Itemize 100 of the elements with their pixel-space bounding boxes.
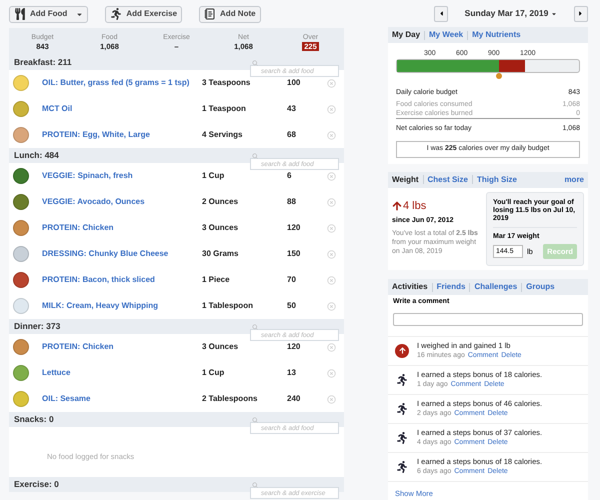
food-icon bbox=[13, 298, 29, 314]
budget-marker bbox=[496, 73, 502, 79]
search-icon bbox=[252, 324, 258, 330]
food-calories: 50 bbox=[287, 300, 297, 312]
remove-icon[interactable] bbox=[327, 104, 336, 114]
search-icon bbox=[252, 482, 258, 488]
toolbar-button[interactable]: Add Note bbox=[199, 6, 261, 22]
search-icon bbox=[252, 416, 258, 422]
food-name-link[interactable]: MCT Oil bbox=[42, 103, 202, 115]
caret-icon bbox=[551, 10, 558, 16]
left-arrow-icon bbox=[438, 10, 444, 17]
food-icon bbox=[13, 272, 29, 288]
food-name-link[interactable]: OIL: Sesame bbox=[42, 393, 202, 405]
previous-day-button[interactable] bbox=[434, 6, 448, 22]
food-calories: 150 bbox=[287, 248, 302, 260]
search-icon bbox=[252, 60, 258, 66]
toolbar-button[interactable]: Add Food bbox=[9, 6, 88, 22]
tab[interactable]: Weight bbox=[392, 174, 419, 186]
remove-icon[interactable] bbox=[327, 198, 336, 206]
food-name-link[interactable]: MILK: Cream, Heavy Whipping bbox=[42, 300, 202, 312]
date-picker[interactable]: Sunday Mar 17, 2019 bbox=[464, 7, 558, 20]
food-icon bbox=[13, 391, 29, 407]
food-name-link[interactable]: Lettuce bbox=[42, 367, 202, 379]
toolbar-button[interactable]: Add Exercise bbox=[105, 6, 182, 22]
remove-icon[interactable] bbox=[327, 394, 336, 404]
utensils-icon bbox=[14, 8, 26, 20]
food-amount: 3 Ounces bbox=[202, 341, 240, 353]
remove-icon[interactable] bbox=[327, 342, 336, 352]
remove-icon[interactable] bbox=[327, 224, 336, 232]
tab[interactable]: My Day bbox=[392, 29, 420, 41]
food-amount: 1 Piece bbox=[202, 274, 231, 286]
food-amount: 3 Ounces bbox=[202, 222, 240, 234]
food-icon bbox=[13, 339, 29, 355]
food-amount: 1 Teaspoon bbox=[202, 103, 247, 115]
search-icon bbox=[252, 152, 258, 158]
food-amount: 30 Grams bbox=[202, 248, 240, 260]
food-icon bbox=[13, 220, 29, 236]
remove-icon[interactable] bbox=[327, 302, 336, 310]
next-day-button[interactable] bbox=[574, 6, 588, 22]
weight-up-icon bbox=[395, 344, 409, 358]
food-icon bbox=[13, 127, 29, 143]
food-name-link[interactable]: VEGGIE: Spinach, fresh bbox=[42, 170, 202, 182]
food-name-link[interactable]: DRESSING: Chunky Blue Cheese bbox=[42, 248, 202, 260]
food-icon bbox=[13, 101, 29, 117]
food-calories: 13 bbox=[287, 367, 297, 379]
caret-icon bbox=[76, 10, 84, 18]
remove-icon[interactable] bbox=[327, 250, 336, 258]
runner-icon bbox=[396, 460, 408, 472]
food-name-link[interactable]: PROTEIN: Egg, White, Large bbox=[42, 129, 202, 141]
tab[interactable]: Groups bbox=[526, 281, 555, 293]
tab[interactable]: Chest Size bbox=[428, 174, 468, 186]
food-name-link[interactable]: OIL: Butter, grass fed (5 grams = 1 tsp) bbox=[42, 77, 202, 89]
tab[interactable]: Friends bbox=[436, 281, 466, 293]
runner-icon bbox=[396, 402, 408, 414]
food-amount: 1 Tablespoon bbox=[202, 300, 254, 312]
food-calories: 100 bbox=[287, 77, 302, 89]
food-calories: 70 bbox=[287, 274, 297, 286]
food-icon bbox=[13, 246, 29, 262]
food-amount: 1 Cup bbox=[202, 170, 226, 182]
tab[interactable]: My Nutrients bbox=[472, 29, 521, 41]
tab[interactable]: Thigh Size bbox=[476, 174, 517, 186]
food-calories: 43 bbox=[287, 103, 297, 115]
meal-title: Lunch: 484 bbox=[14, 149, 59, 162]
comment-input[interactable] bbox=[393, 313, 583, 326]
food-calories: 88 bbox=[287, 196, 297, 208]
remove-icon[interactable] bbox=[327, 368, 336, 378]
meal-title: Snacks: 0 bbox=[14, 413, 54, 426]
weight-change: 4 lbs bbox=[403, 198, 426, 214]
runner-icon bbox=[110, 8, 122, 20]
meal-title: Dinner: 373 bbox=[14, 320, 60, 333]
food-amount: 4 Servings bbox=[202, 129, 244, 141]
tab[interactable]: My Week bbox=[429, 29, 464, 41]
notebook-icon bbox=[204, 8, 216, 20]
food-calories: 120 bbox=[287, 341, 302, 353]
more-link[interactable]: more bbox=[564, 174, 584, 186]
runner-icon bbox=[396, 432, 408, 444]
remove-icon[interactable] bbox=[327, 130, 336, 140]
tab[interactable]: Activities bbox=[392, 281, 428, 293]
food-name-link[interactable]: PROTEIN: Chicken bbox=[42, 341, 202, 353]
food-calories: 240 bbox=[287, 393, 302, 405]
right-arrow-icon bbox=[577, 10, 584, 17]
remove-icon[interactable] bbox=[327, 78, 336, 88]
food-amount: 2 Tablespoons bbox=[202, 393, 258, 405]
food-icon bbox=[13, 168, 29, 184]
food-amount: 1 Cup bbox=[202, 367, 226, 379]
food-amount: 2 Ounces bbox=[202, 196, 240, 208]
meal-title: Breakfast: 211 bbox=[14, 56, 72, 69]
food-name-link[interactable]: PROTEIN: Bacon, thick sliced bbox=[42, 274, 202, 286]
food-name-link[interactable]: PROTEIN: Chicken bbox=[42, 222, 202, 234]
tab[interactable]: Challenges bbox=[474, 281, 518, 293]
food-name-link[interactable]: VEGGIE: Avocado, Ounces bbox=[42, 196, 202, 208]
up-arrow-icon bbox=[392, 200, 402, 211]
food-calories: 68 bbox=[287, 129, 297, 141]
food-icon bbox=[13, 75, 29, 91]
food-calories: 6 bbox=[287, 170, 292, 182]
food-amount: 3 Teaspoons bbox=[202, 77, 252, 89]
runner-icon bbox=[396, 374, 408, 386]
food-icon bbox=[13, 365, 29, 381]
remove-icon[interactable] bbox=[327, 276, 336, 284]
remove-icon[interactable] bbox=[327, 172, 336, 180]
